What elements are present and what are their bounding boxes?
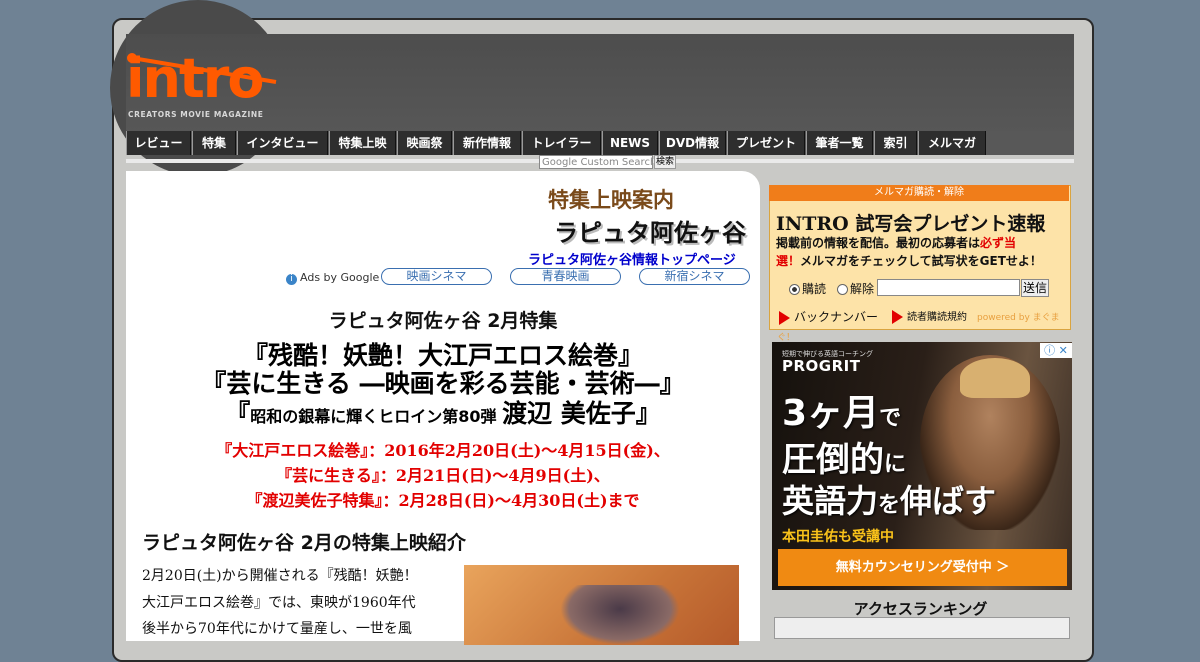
ad-headline-2-big: 圧倒的	[782, 440, 884, 480]
theater-name: ラピュタ阿佐ヶ谷	[554, 219, 746, 247]
ad-headline-2-small: に	[884, 452, 907, 477]
search-input[interactable]: Google Custom Search	[539, 155, 653, 169]
ads-by-google[interactable]: i Ads by Google	[286, 271, 379, 285]
feature-title-3-close: 』	[635, 399, 661, 428]
terms-link[interactable]: 読者購読規約	[892, 308, 967, 324]
newsletter-desc-2b: メルマガをチェックして試写状をGETせよ！	[800, 254, 1042, 268]
nav-item-interview[interactable]: インタビュー	[237, 131, 328, 155]
newsletter-subscribe-link[interactable]: メルマガ購読・解除	[769, 185, 1069, 201]
powered-by-link[interactable]: powered by まぐま	[977, 310, 1060, 323]
nav-item-present[interactable]: プレゼント	[727, 131, 805, 155]
subscribe-radio[interactable]: 購読	[789, 280, 826, 297]
page-banner-title: 特集上映案内	[548, 187, 674, 212]
feature-subtitle: ラピュタ阿佐ヶ谷 2月特集	[328, 310, 558, 332]
subscribe-label: 購読	[802, 282, 827, 296]
nav-item-dvd[interactable]: DVD情報	[659, 131, 726, 155]
ad-link-shinjuku-cinema[interactable]: 新宿シネマ	[639, 268, 750, 285]
nav-item-feature[interactable]: 特集	[192, 131, 236, 155]
ad-note: 本田圭佑も受講中	[782, 529, 894, 545]
logo-subtitle: CREATORS MOVIE MAGAZINE	[128, 110, 264, 119]
nav-item-index[interactable]: 索引	[874, 131, 917, 155]
ad-link-movie-cinema[interactable]: 映画シネマ	[381, 268, 492, 285]
newsletter-desc-2: 選！メルマガをチェックして試写状をGETせよ！	[776, 252, 1042, 269]
ad-headline-2: 圧倒的に	[782, 432, 906, 481]
ads-label: Ads by Google	[300, 271, 380, 284]
theater-top-link[interactable]: ラピュタ阿佐ヶ谷情報トップページ	[528, 249, 736, 268]
unsubscribe-radio[interactable]: 解除	[837, 280, 874, 297]
nav-item-review[interactable]: レビュー	[126, 131, 191, 155]
ad-cta-button[interactable]: 無料カウンセリング受付中 ＞	[778, 549, 1067, 586]
newsletter-desc-2a: 選！	[776, 254, 801, 268]
nav-item-news[interactable]: NEWS	[602, 131, 658, 155]
body-line-2: 大江戸エロス絵巻』では、東映が1960年代	[142, 595, 416, 611]
email-field[interactable]	[877, 279, 1020, 296]
ad-brand: PROGRIT	[782, 357, 861, 375]
schedule-line-3: 『渡辺美佐子特集』：2月28日(日)～4月30日(土)まで	[246, 491, 640, 510]
ad-portrait-hair	[960, 358, 1030, 398]
ad-headline-1-big: 3ヶ月	[782, 393, 880, 434]
radio-unchecked-icon	[837, 284, 848, 295]
unsubscribe-label: 解除	[850, 282, 875, 296]
newsletter-submit-button[interactable]: 送信	[1021, 279, 1049, 297]
nav-item-trailer[interactable]: トレイラー	[522, 131, 601, 155]
ad-headline-3: 英語力を伸ばす	[782, 476, 996, 522]
feature-title-3-prefix: 昭和の銀幕に輝くヒロイン第80弾	[250, 407, 503, 426]
newsletter-title: INTRO 試写会プレゼント速報	[776, 213, 1046, 235]
terms-label: 読者購読規約	[907, 312, 967, 323]
poster-figure	[560, 585, 680, 645]
schedule-line-1: 『大江戸エロス絵巻』：2016年2月20日(土)～4月15日(金)、	[216, 441, 670, 460]
section-heading: ラピュタ阿佐ヶ谷 2月の特集上映紹介	[142, 532, 466, 554]
feature-title-3: 『昭和の銀幕に輝くヒロイン第80弾 渡辺 美佐子』	[126, 394, 760, 430]
backnumber-link[interactable]: バックナンバー	[779, 308, 878, 325]
ad-headline-3-big: 英語力	[782, 482, 879, 520]
ad-headline-3-end: 伸ばす	[900, 482, 997, 520]
newsletter-desc-1b: 必ず当	[980, 236, 1017, 250]
ranking-box	[774, 617, 1070, 639]
arrow-right-icon	[892, 310, 903, 324]
newsletter-desc-1a: 掲載前の情報を配信。最初の応募者は	[776, 236, 981, 250]
nav-item-new-releases[interactable]: 新作情報	[453, 131, 521, 155]
ad-headline-1-small: で	[879, 406, 902, 431]
ad-headline-1: 3ヶ月で	[782, 384, 901, 436]
arrow-right-icon	[779, 310, 790, 325]
ad-link-youth-movie[interactable]: 青春映画	[510, 268, 621, 285]
body-line-1: 2月20日(土)から開催される『残酷！妖艶！	[142, 568, 418, 584]
backnumber-label: バックナンバー	[794, 310, 879, 324]
radio-checked-icon	[789, 284, 800, 295]
feature-title-3-open: 『	[225, 399, 251, 428]
nav-item-newsletter[interactable]: メルマガ	[918, 131, 986, 155]
info-icon: i	[286, 274, 297, 285]
site-logo[interactable]: intro	[126, 52, 264, 106]
ad-headline-3-small: を	[878, 493, 901, 518]
nav-item-special-screening[interactable]: 特集上映	[329, 131, 396, 155]
body-line-3: 後半から70年代にかけて量産し、一世を風	[142, 621, 412, 637]
nav-item-festival[interactable]: 映画祭	[397, 131, 452, 155]
search-button[interactable]: 検索	[654, 155, 676, 169]
ad-choices-icon[interactable]: ⓘ ✕	[1040, 343, 1072, 358]
nav-item-writers[interactable]: 筆者一覧	[806, 131, 873, 155]
newsletter-desc-1: 掲載前の情報を配信。最初の応募者は必ず当	[776, 234, 1016, 251]
schedule-line-2: 『芸に生きる』：2月21日(日)～4月9日(土)、	[276, 466, 610, 485]
feature-title-3-name: 渡辺 美佐子	[502, 399, 636, 428]
